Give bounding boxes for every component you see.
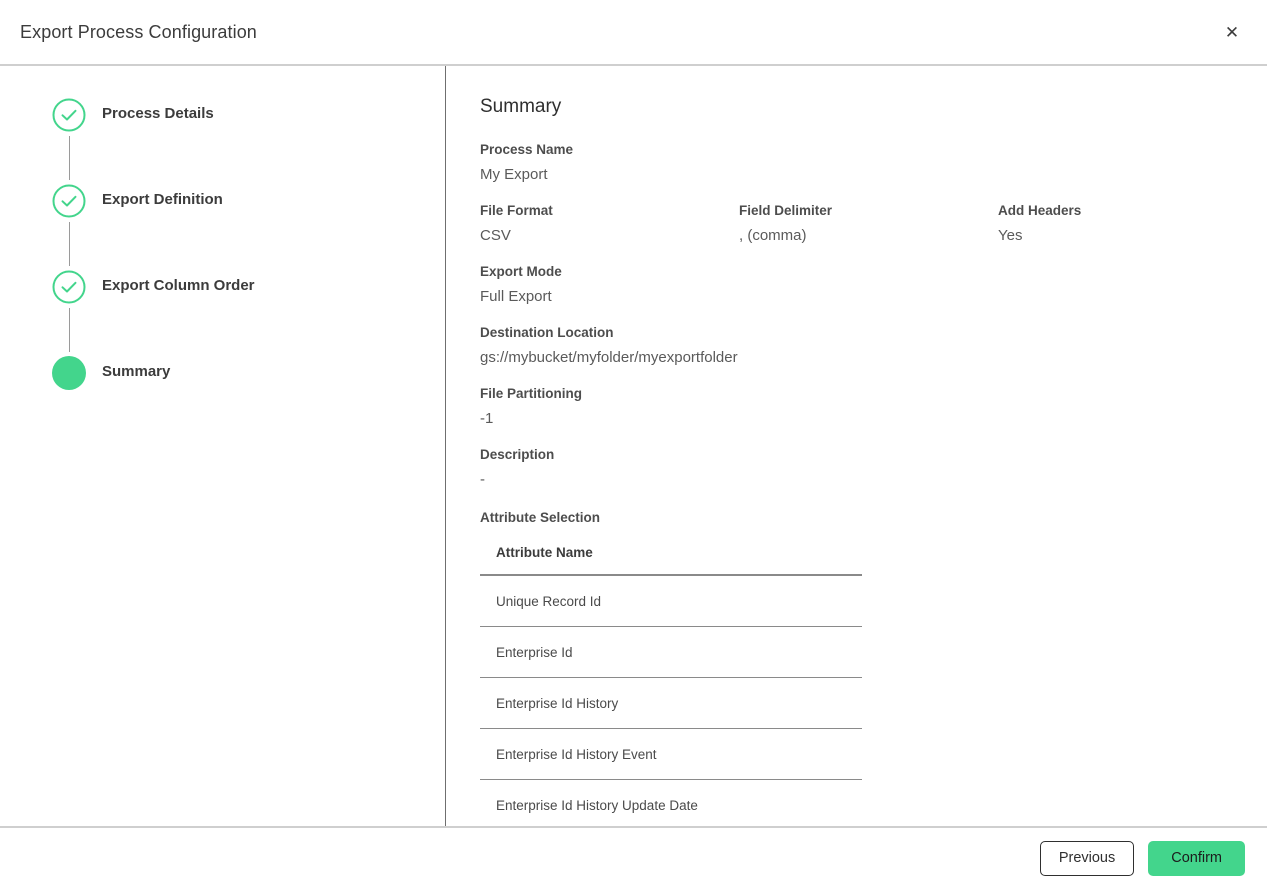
table-head: Attribute Name — [480, 537, 862, 576]
table-row[interactable]: Enterprise Id — [480, 626, 862, 678]
sidebar-item-label: Process Details — [102, 105, 214, 122]
field-value: -1 — [480, 410, 494, 427]
table-cell-attribute-name: Unique Record Id — [480, 575, 862, 627]
field-process-name: Process Name My Export — [480, 140, 573, 185]
field-label: File Partitioning — [480, 386, 583, 401]
check-circle-icon — [52, 270, 86, 304]
table-header-row: Attribute Name — [480, 537, 862, 576]
field-value: , (comma) — [739, 227, 807, 244]
field-destination-location: Destination Location gs://mybucket/myfol… — [480, 323, 738, 368]
field-add-headers: Add Headers Yes — [998, 201, 1257, 246]
table-row[interactable]: Enterprise Id History Update Date — [480, 779, 862, 826]
field-label: File Format — [480, 203, 553, 218]
previous-button[interactable]: Previous — [1039, 841, 1135, 876]
field-label: Process Name — [480, 142, 574, 157]
summary-heading: Summary — [480, 96, 562, 117]
summary-pane: Summary Process Name My Export File Form… — [446, 66, 1267, 826]
field-value: - — [480, 471, 485, 488]
table-row[interactable]: Enterprise Id History Event — [480, 728, 862, 780]
step-connector — [69, 308, 70, 352]
sidebar-item-export-definition[interactable]: Export Definition — [52, 184, 445, 270]
field-row-destination-location: Destination Location gs://mybucket/myfol… — [480, 323, 1267, 368]
stepper-pane: Process Details Export Definition Export… — [0, 66, 446, 826]
sidebar-item-label: Export Definition — [102, 191, 223, 208]
table-cell-attribute-name: Enterprise Id — [480, 626, 862, 678]
export-process-configuration-dialog: Export Process Configuration ✕ Process D… — [0, 0, 1267, 889]
confirm-button[interactable]: Confirm — [1148, 841, 1245, 876]
sidebar-item-process-details[interactable]: Process Details — [52, 98, 445, 184]
table-row[interactable]: Enterprise Id History — [480, 677, 862, 729]
field-label: Field Delimiter — [739, 203, 833, 218]
field-value: gs://mybucket/myfolder/myexportfolder — [480, 349, 738, 366]
attribute-selection-table: Attribute Name Unique Record Id Enterpri… — [480, 537, 862, 826]
field-field-delimiter: Field Delimiter , (comma) — [739, 201, 998, 246]
wizard-stepper: Process Details Export Definition Export… — [0, 98, 445, 390]
field-label: Destination Location — [480, 325, 614, 340]
field-row-description: Description - — [480, 445, 1267, 490]
dialog-header: Export Process Configuration ✕ — [0, 0, 1267, 66]
field-value: CSV — [480, 227, 511, 244]
field-value: My Export — [480, 166, 548, 183]
field-description: Description - — [480, 445, 554, 490]
field-value: Yes — [998, 227, 1023, 244]
check-circle-icon — [52, 98, 86, 132]
sidebar-item-label: Export Column Order — [102, 277, 255, 294]
dialog-footer: Previous Confirm — [0, 828, 1267, 889]
table-row[interactable]: Unique Record Id — [480, 575, 862, 627]
field-row-export-mode: Export Mode Full Export — [480, 262, 1267, 307]
field-label: Export Mode — [480, 264, 562, 279]
page-title: Export Process Configuration — [20, 21, 257, 42]
step-connector — [69, 136, 70, 180]
table-cell-attribute-name: Enterprise Id History Update Date — [480, 779, 862, 826]
attribute-selection-label: Attribute Selection — [480, 510, 601, 525]
table-body: Unique Record Id Enterprise Id Enterpris… — [480, 575, 862, 826]
dialog-body: Process Details Export Definition Export… — [0, 66, 1267, 828]
close-icon[interactable]: ✕ — [1219, 19, 1245, 45]
table-cell-attribute-name: Enterprise Id History Event — [480, 728, 862, 780]
sidebar-item-export-column-order[interactable]: Export Column Order — [52, 270, 445, 356]
field-row-format: File Format CSV Field Delimiter , (comma… — [480, 201, 1267, 246]
step-connector — [69, 222, 70, 266]
filled-dot-icon — [52, 356, 86, 390]
field-value: Full Export — [480, 288, 552, 305]
field-label: Add Headers — [998, 203, 1082, 218]
sidebar-item-label: Summary — [102, 363, 171, 380]
sidebar-item-summary[interactable]: Summary — [52, 356, 445, 390]
field-row-process-name: Process Name My Export — [480, 140, 1267, 185]
field-file-partitioning: File Partitioning -1 — [480, 384, 582, 429]
field-export-mode: Export Mode Full Export — [480, 262, 562, 307]
field-row-file-partitioning: File Partitioning -1 — [480, 384, 1267, 429]
column-header-attribute-name: Attribute Name — [480, 537, 862, 576]
field-file-format: File Format CSV — [480, 201, 739, 246]
check-circle-icon — [52, 184, 86, 218]
table-cell-attribute-name: Enterprise Id History — [480, 677, 862, 729]
field-label: Description — [480, 447, 555, 462]
